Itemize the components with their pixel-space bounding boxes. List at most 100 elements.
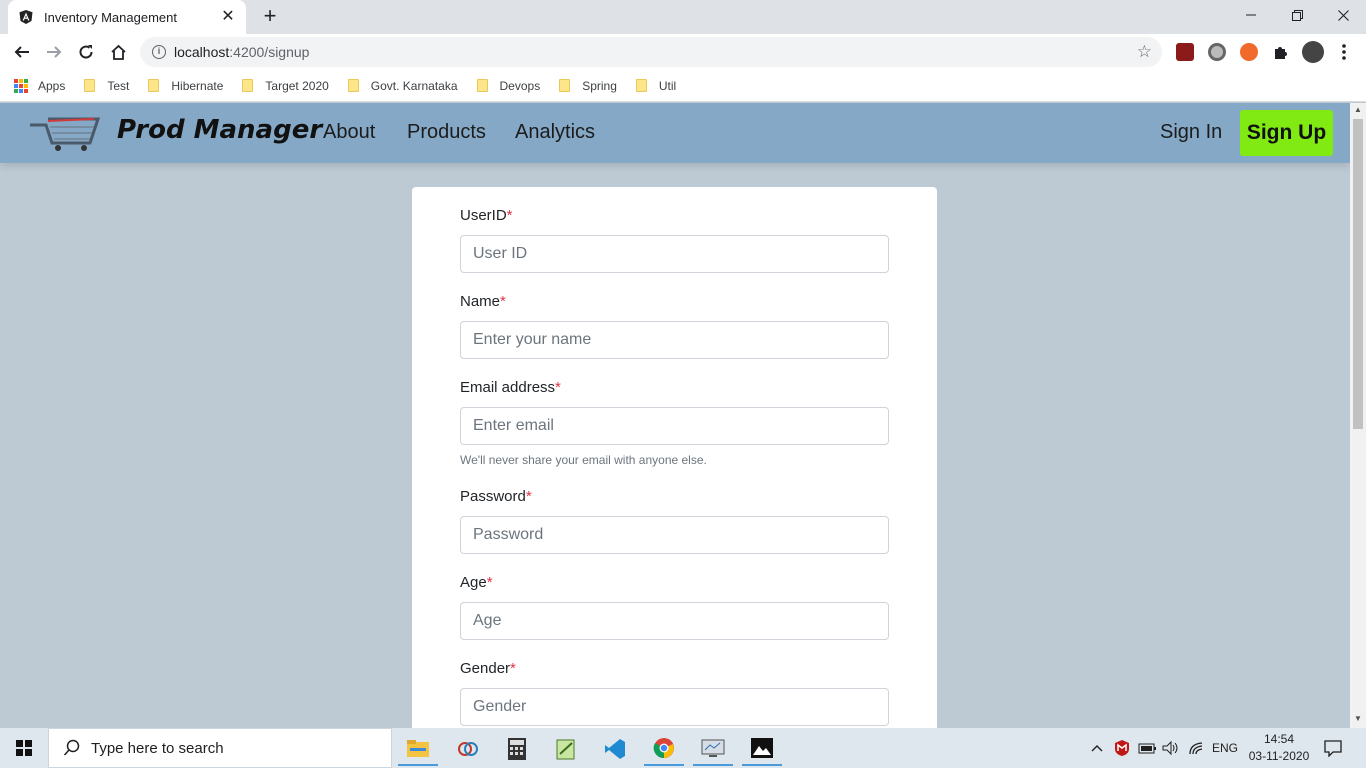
userid-input[interactable] xyxy=(460,235,889,273)
browser-tab[interactable]: Inventory Management ✕ xyxy=(8,0,246,34)
bookmark-label: Target 2020 xyxy=(265,78,329,93)
bookmark-label: Govt. Karnataka xyxy=(370,78,458,93)
folder-icon xyxy=(84,79,96,92)
bookmark-label: Devops xyxy=(499,78,541,93)
taskbar-clock[interactable]: 14:54 03-11-2020 xyxy=(1246,731,1312,765)
puzzle-icon[interactable] xyxy=(1272,43,1290,61)
bookmark-folder[interactable]: Devops xyxy=(476,78,541,93)
bookmark-folder[interactable]: Spring xyxy=(559,79,617,93)
password-input[interactable] xyxy=(460,516,889,554)
shopping-cart-logo-icon[interactable] xyxy=(28,113,102,153)
mcafee-shield-icon[interactable] xyxy=(1114,728,1130,768)
battery-icon[interactable] xyxy=(1138,728,1158,768)
forward-arrow-icon[interactable] xyxy=(40,38,68,66)
notepad-plus-icon[interactable] xyxy=(546,732,586,766)
bookmark-folder[interactable]: Govt. Karnataka xyxy=(347,78,458,93)
tab-title: Inventory Management xyxy=(44,9,177,25)
vscode-icon[interactable] xyxy=(595,732,635,766)
notification-center-icon[interactable] xyxy=(1324,728,1342,768)
bookmarks-bar: Apps Test Hibernate Target 2020 Govt. Ka… xyxy=(0,70,1366,102)
language-indicator[interactable]: ENG xyxy=(1212,728,1238,768)
clock-date: 03-11-2020 xyxy=(1248,749,1310,763)
snipping-tool-icon[interactable] xyxy=(448,732,488,766)
search-placeholder: Type here to search xyxy=(91,739,224,757)
extension-circle-icon[interactable] xyxy=(1208,43,1226,61)
kebab-menu-icon[interactable] xyxy=(1336,42,1352,62)
required-mark: * xyxy=(525,488,532,505)
email-label: Email address* xyxy=(460,379,561,396)
bookmark-label: Apps xyxy=(38,78,66,93)
email-help-text: We'll never share your email with anyone… xyxy=(460,453,707,467)
sign-in-link[interactable]: Sign In xyxy=(1160,121,1222,144)
folder-icon xyxy=(635,79,647,92)
show-hidden-icons[interactable] xyxy=(1090,728,1104,768)
scroll-down-arrow-icon[interactable]: ▼ xyxy=(1350,712,1366,726)
browser-tab-bar: Inventory Management ✕ + xyxy=(0,0,1366,34)
bookmark-folder[interactable]: Util xyxy=(635,78,677,93)
bookmark-star-icon[interactable]: ☆ xyxy=(1137,43,1152,61)
scrollbar-thumb[interactable] xyxy=(1353,119,1363,429)
age-input[interactable] xyxy=(460,602,889,640)
restore-icon[interactable] xyxy=(1274,0,1320,30)
required-mark: * xyxy=(510,660,516,677)
info-icon[interactable]: i xyxy=(152,45,166,59)
email-input[interactable] xyxy=(460,407,889,445)
volume-icon[interactable] xyxy=(1162,728,1180,768)
avatar[interactable] xyxy=(1302,41,1324,63)
bookmark-folder[interactable]: Test xyxy=(84,79,129,93)
url-text: localhost:4200/signup xyxy=(174,44,310,60)
bookmark-apps[interactable]: Apps xyxy=(14,78,66,93)
age-label: Age* xyxy=(460,574,493,591)
required-mark: * xyxy=(500,293,506,310)
address-bar[interactable]: i localhost:4200/signup ☆ xyxy=(140,37,1162,67)
folder-icon xyxy=(559,79,571,92)
bookmark-label: Spring xyxy=(582,78,617,93)
wifi-icon[interactable] xyxy=(1188,728,1206,768)
brand-title[interactable]: Prod Manager xyxy=(117,115,322,145)
windows-logo-icon xyxy=(16,740,32,756)
folder-icon xyxy=(148,79,160,92)
extension-orange-icon[interactable] xyxy=(1240,43,1258,61)
signup-form-card: UserID* Name* Email address* We'll never… xyxy=(412,187,937,728)
gender-input[interactable] xyxy=(460,688,889,726)
back-arrow-icon[interactable] xyxy=(8,38,36,66)
folder-icon xyxy=(476,79,488,92)
bookmark-folder[interactable]: Hibernate xyxy=(148,79,223,93)
gender-label: Gender* xyxy=(460,660,516,677)
nav-link-analytics[interactable]: Analytics xyxy=(515,121,595,144)
windows-taskbar: Type here to search ENG 14:54 03-11-2020 xyxy=(0,728,1366,768)
name-label: Name* xyxy=(460,293,506,310)
start-button[interactable] xyxy=(0,728,48,768)
sign-up-button[interactable]: Sign Up xyxy=(1240,110,1333,156)
bookmark-folder[interactable]: Target 2020 xyxy=(242,78,329,93)
folder-icon xyxy=(242,79,254,92)
close-icon[interactable]: ✕ xyxy=(220,9,236,25)
new-tab-button[interactable]: + xyxy=(258,5,282,28)
ublock-icon[interactable] xyxy=(1176,43,1194,61)
calculator-icon[interactable] xyxy=(497,732,537,766)
browser-toolbar: i localhost:4200/signup ☆ xyxy=(0,34,1366,70)
bookmark-label: Util xyxy=(658,78,677,93)
chrome-icon[interactable] xyxy=(644,732,684,766)
minimize-icon[interactable] xyxy=(1228,0,1274,30)
apps-grid-icon xyxy=(14,78,28,93)
file-explorer-icon[interactable] xyxy=(398,732,438,766)
scroll-up-arrow-icon[interactable]: ▲ xyxy=(1350,103,1366,117)
home-icon[interactable] xyxy=(104,38,132,66)
reload-icon[interactable] xyxy=(72,38,100,66)
required-mark: * xyxy=(506,207,513,224)
bookmark-label: Test xyxy=(107,78,130,93)
nav-link-about[interactable]: About xyxy=(323,121,375,144)
photos-icon[interactable] xyxy=(742,732,782,766)
userid-label: UserID* xyxy=(460,207,513,224)
clock-time: 14:54 xyxy=(1263,732,1295,746)
search-icon xyxy=(63,739,80,756)
page-scrollbar[interactable]: ▲ ▼ xyxy=(1350,103,1366,728)
angular-icon xyxy=(18,9,34,25)
taskbar-search-box[interactable]: Type here to search xyxy=(48,728,392,768)
required-mark: * xyxy=(555,379,561,396)
nav-link-products[interactable]: Products xyxy=(407,121,486,144)
window-close-icon[interactable] xyxy=(1320,0,1366,30)
remote-desktop-icon[interactable] xyxy=(693,732,733,766)
name-input[interactable] xyxy=(460,321,889,359)
